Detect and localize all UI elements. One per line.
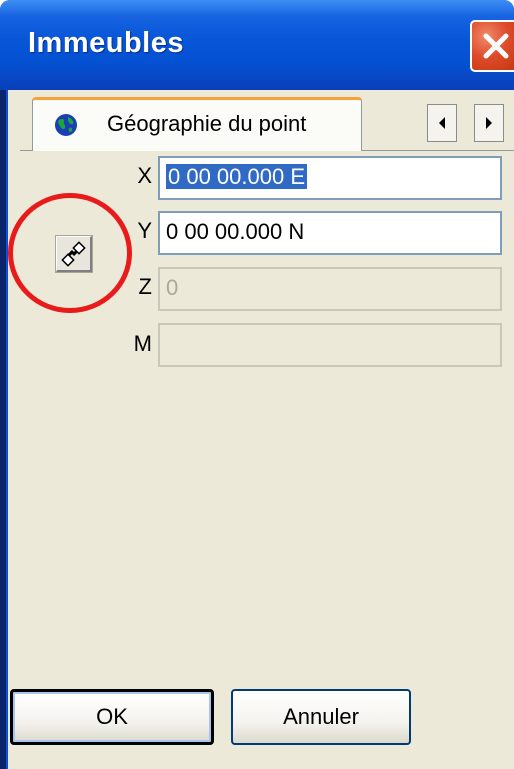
cancel-button[interactable]: Annuler: [231, 689, 411, 745]
x-label: X: [137, 163, 152, 188]
title-bar[interactable]: Immeubles: [0, 0, 514, 90]
y-coordinate-value: 0 00 00.000 N: [166, 219, 305, 244]
highlight-circle: [8, 193, 132, 313]
close-button[interactable]: [470, 20, 514, 72]
z-label: Z: [138, 274, 152, 299]
arrow-left-icon: [439, 117, 445, 129]
m-label: M: [133, 331, 152, 356]
z-coordinate-field: 0: [158, 267, 502, 311]
x-coordinate-value: 0 00 00.000 E: [166, 164, 308, 189]
y-label: Y: [137, 218, 152, 243]
z-coordinate-value: 0: [166, 275, 179, 300]
x-coordinate-field[interactable]: 0 00 00.000 E: [158, 156, 502, 200]
dialog-window: Immeubles Géographie du point X 0 00 00.…: [0, 0, 514, 769]
window-title: Immeubles: [28, 27, 184, 59]
tab-scroll-right-button[interactable]: [474, 104, 504, 142]
tab-scroll-left-button[interactable]: [427, 104, 457, 142]
globe-icon: [55, 114, 77, 136]
close-icon: [483, 33, 509, 59]
ok-button[interactable]: OK: [10, 689, 214, 745]
y-coordinate-field[interactable]: 0 00 00.000 N: [158, 211, 502, 255]
tab-label: Géographie du point: [107, 111, 307, 136]
arrow-right-icon: [486, 117, 492, 129]
m-value-field: [158, 323, 502, 367]
